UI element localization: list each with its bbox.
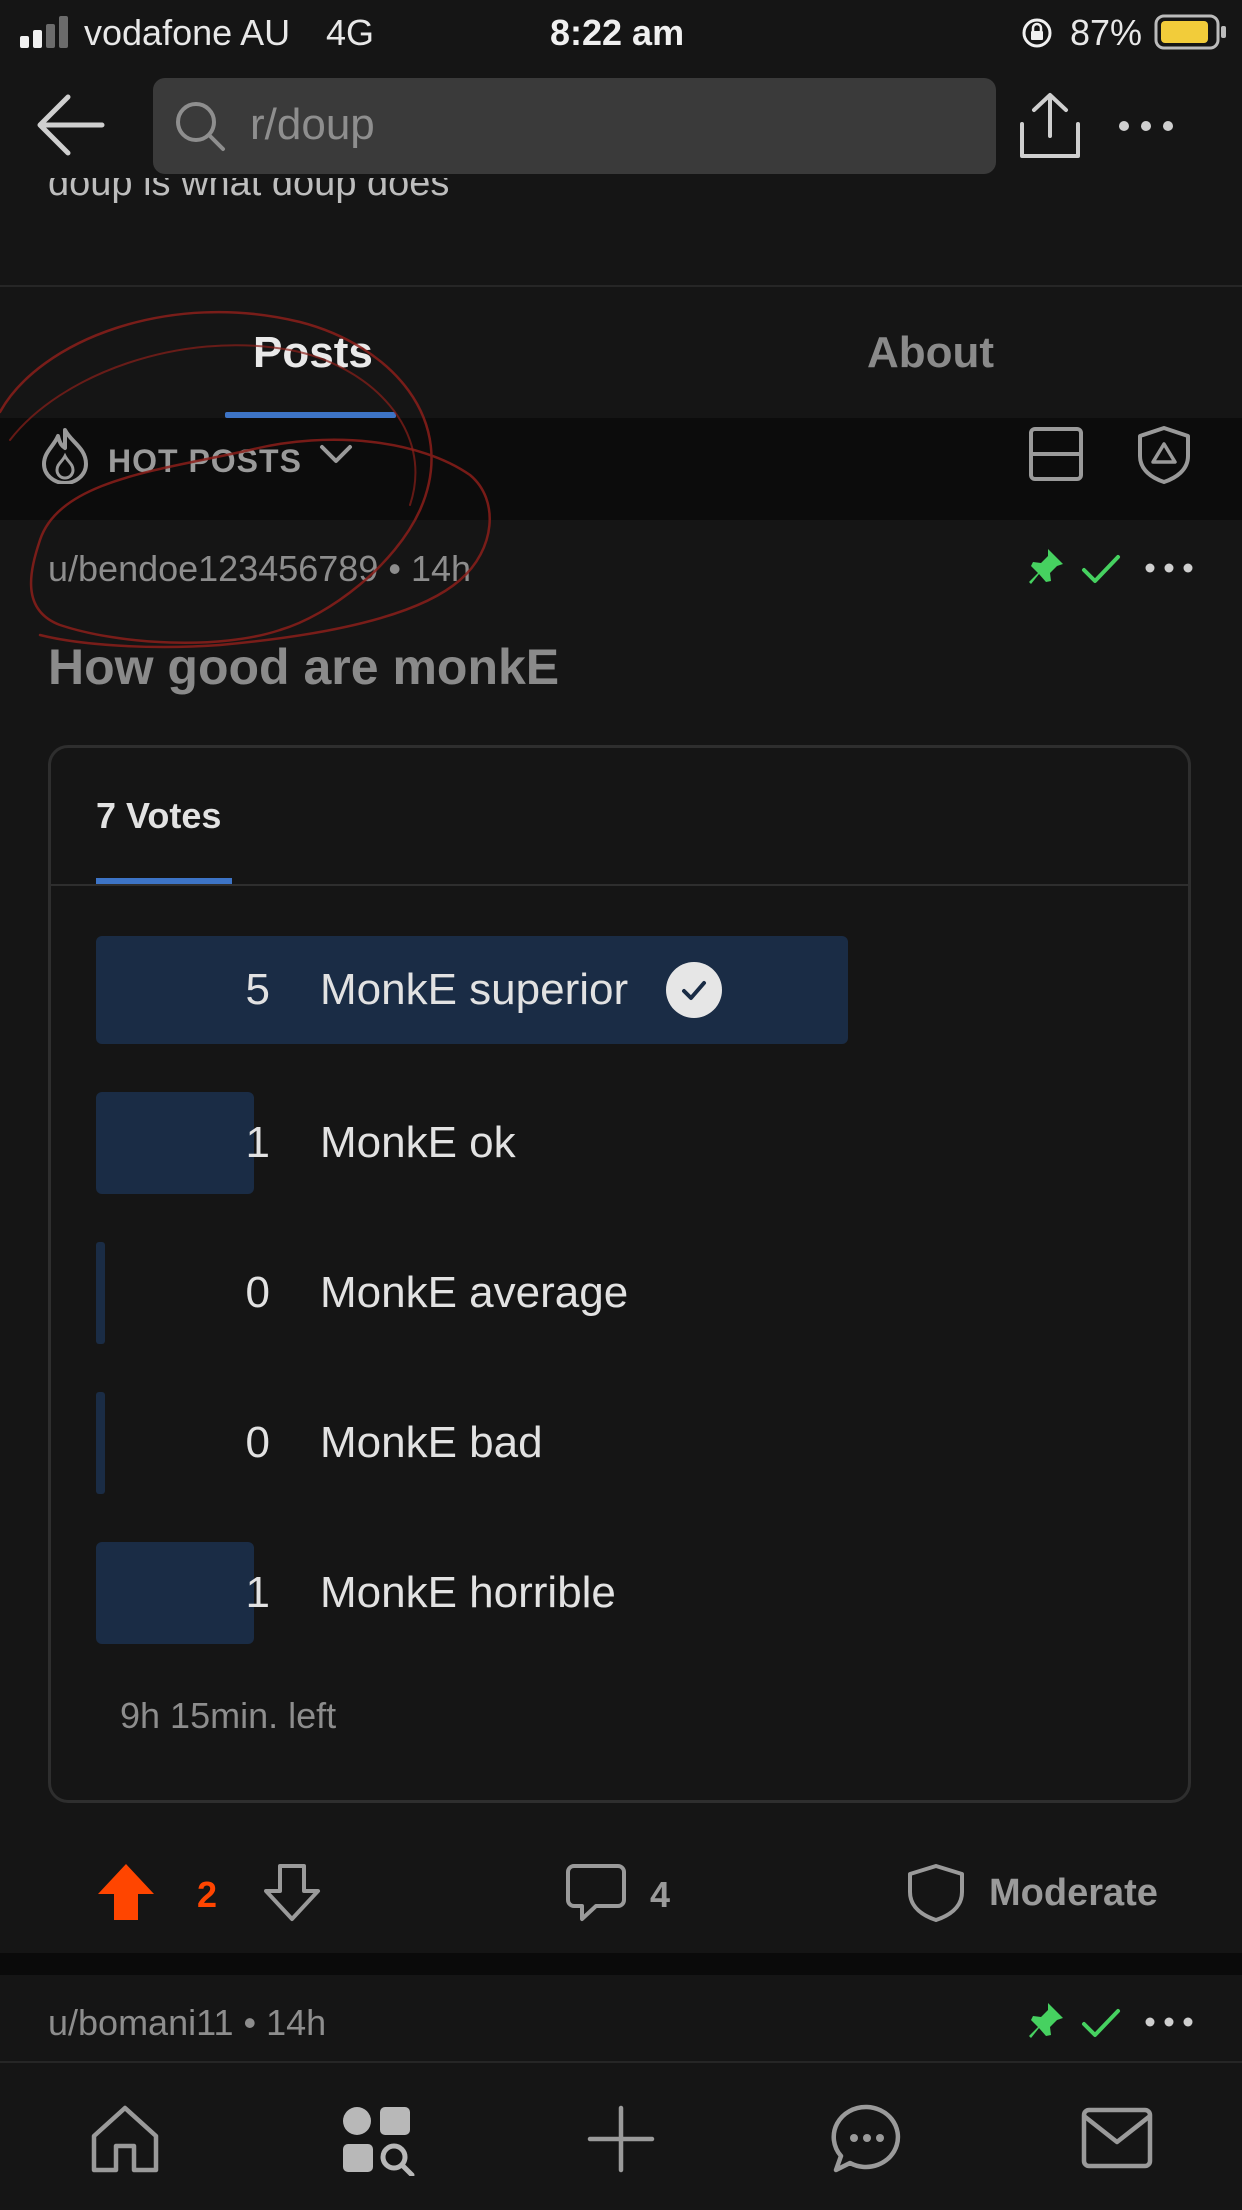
poll-votes-tab: 7 Votes bbox=[96, 795, 222, 836]
poll-option-count: 5 bbox=[245, 965, 270, 1014]
rotation-lock-icon bbox=[1022, 18, 1052, 48]
poll-option-label: MonkE average bbox=[320, 1268, 629, 1317]
search-icon bbox=[176, 102, 225, 151]
pin-icon bbox=[1029, 549, 1063, 584]
back-arrow-icon[interactable] bbox=[34, 92, 106, 158]
post-separator bbox=[0, 1953, 1242, 1975]
approved-check-icon bbox=[1082, 2009, 1120, 2037]
more-icon[interactable] bbox=[1116, 116, 1176, 136]
tab-about[interactable]: About bbox=[867, 328, 994, 378]
battery-percent: 87% bbox=[1070, 12, 1143, 53]
poll-time-left: 9h 15min. left bbox=[120, 1695, 337, 1736]
poll-option-count: 1 bbox=[245, 1118, 270, 1167]
network-type: 4G bbox=[326, 12, 375, 53]
status-bar: vodafone AU 4G 8:22 am 87% bbox=[0, 0, 1242, 64]
divider bbox=[51, 884, 1191, 886]
search-value: r/doup bbox=[250, 100, 375, 149]
subreddit-description: doup is what doup does bbox=[48, 178, 450, 204]
chat-icon[interactable] bbox=[830, 2102, 904, 2176]
moderate-button[interactable]: Moderate bbox=[989, 1872, 1158, 1915]
poll-option-label: MonkE horrible bbox=[320, 1568, 616, 1617]
pin-icon bbox=[1029, 2003, 1063, 2038]
signal-icon bbox=[20, 16, 68, 48]
post-more-icon[interactable] bbox=[1144, 560, 1194, 576]
card-view-icon[interactable] bbox=[1028, 426, 1084, 482]
poll-option-bar bbox=[96, 1242, 105, 1344]
post-more-icon[interactable] bbox=[1144, 2014, 1194, 2030]
poll-option-bar bbox=[96, 1392, 105, 1494]
mod-shield-icon[interactable] bbox=[906, 1862, 966, 1924]
discover-icon[interactable] bbox=[340, 2104, 416, 2176]
selected-vote-icon bbox=[666, 962, 722, 1018]
poll-option-count: 1 bbox=[245, 1568, 270, 1617]
clock: 8:22 am bbox=[550, 12, 685, 53]
poll-option-count: 0 bbox=[245, 1268, 270, 1317]
mod-shield-icon[interactable] bbox=[1134, 424, 1194, 486]
post-author-meta[interactable]: u/bomani11 • 14h bbox=[48, 2002, 326, 2044]
vote-count: 2 bbox=[197, 1874, 218, 1915]
upvote-icon[interactable] bbox=[96, 1862, 156, 1922]
poll-option-label: MonkE ok bbox=[320, 1118, 516, 1167]
inbox-icon[interactable] bbox=[1080, 2106, 1154, 2170]
poll-option-label: MonkE superior bbox=[320, 965, 629, 1014]
carrier-name: vodafone AU bbox=[84, 12, 291, 53]
create-icon[interactable] bbox=[586, 2104, 656, 2174]
share-icon[interactable] bbox=[1014, 90, 1086, 162]
divider bbox=[0, 285, 1242, 287]
approved-check-icon bbox=[1082, 555, 1120, 583]
hand-drawn-annotation bbox=[0, 310, 491, 649]
poll-option-count: 0 bbox=[245, 1418, 270, 1467]
home-icon[interactable] bbox=[88, 2102, 162, 2176]
battery-icon bbox=[1154, 14, 1226, 50]
poll-option-label: MonkE bad bbox=[320, 1418, 543, 1467]
comment-count: 4 bbox=[650, 1874, 671, 1915]
comment-icon[interactable] bbox=[566, 1862, 626, 1924]
downvote-icon[interactable] bbox=[262, 1862, 322, 1922]
